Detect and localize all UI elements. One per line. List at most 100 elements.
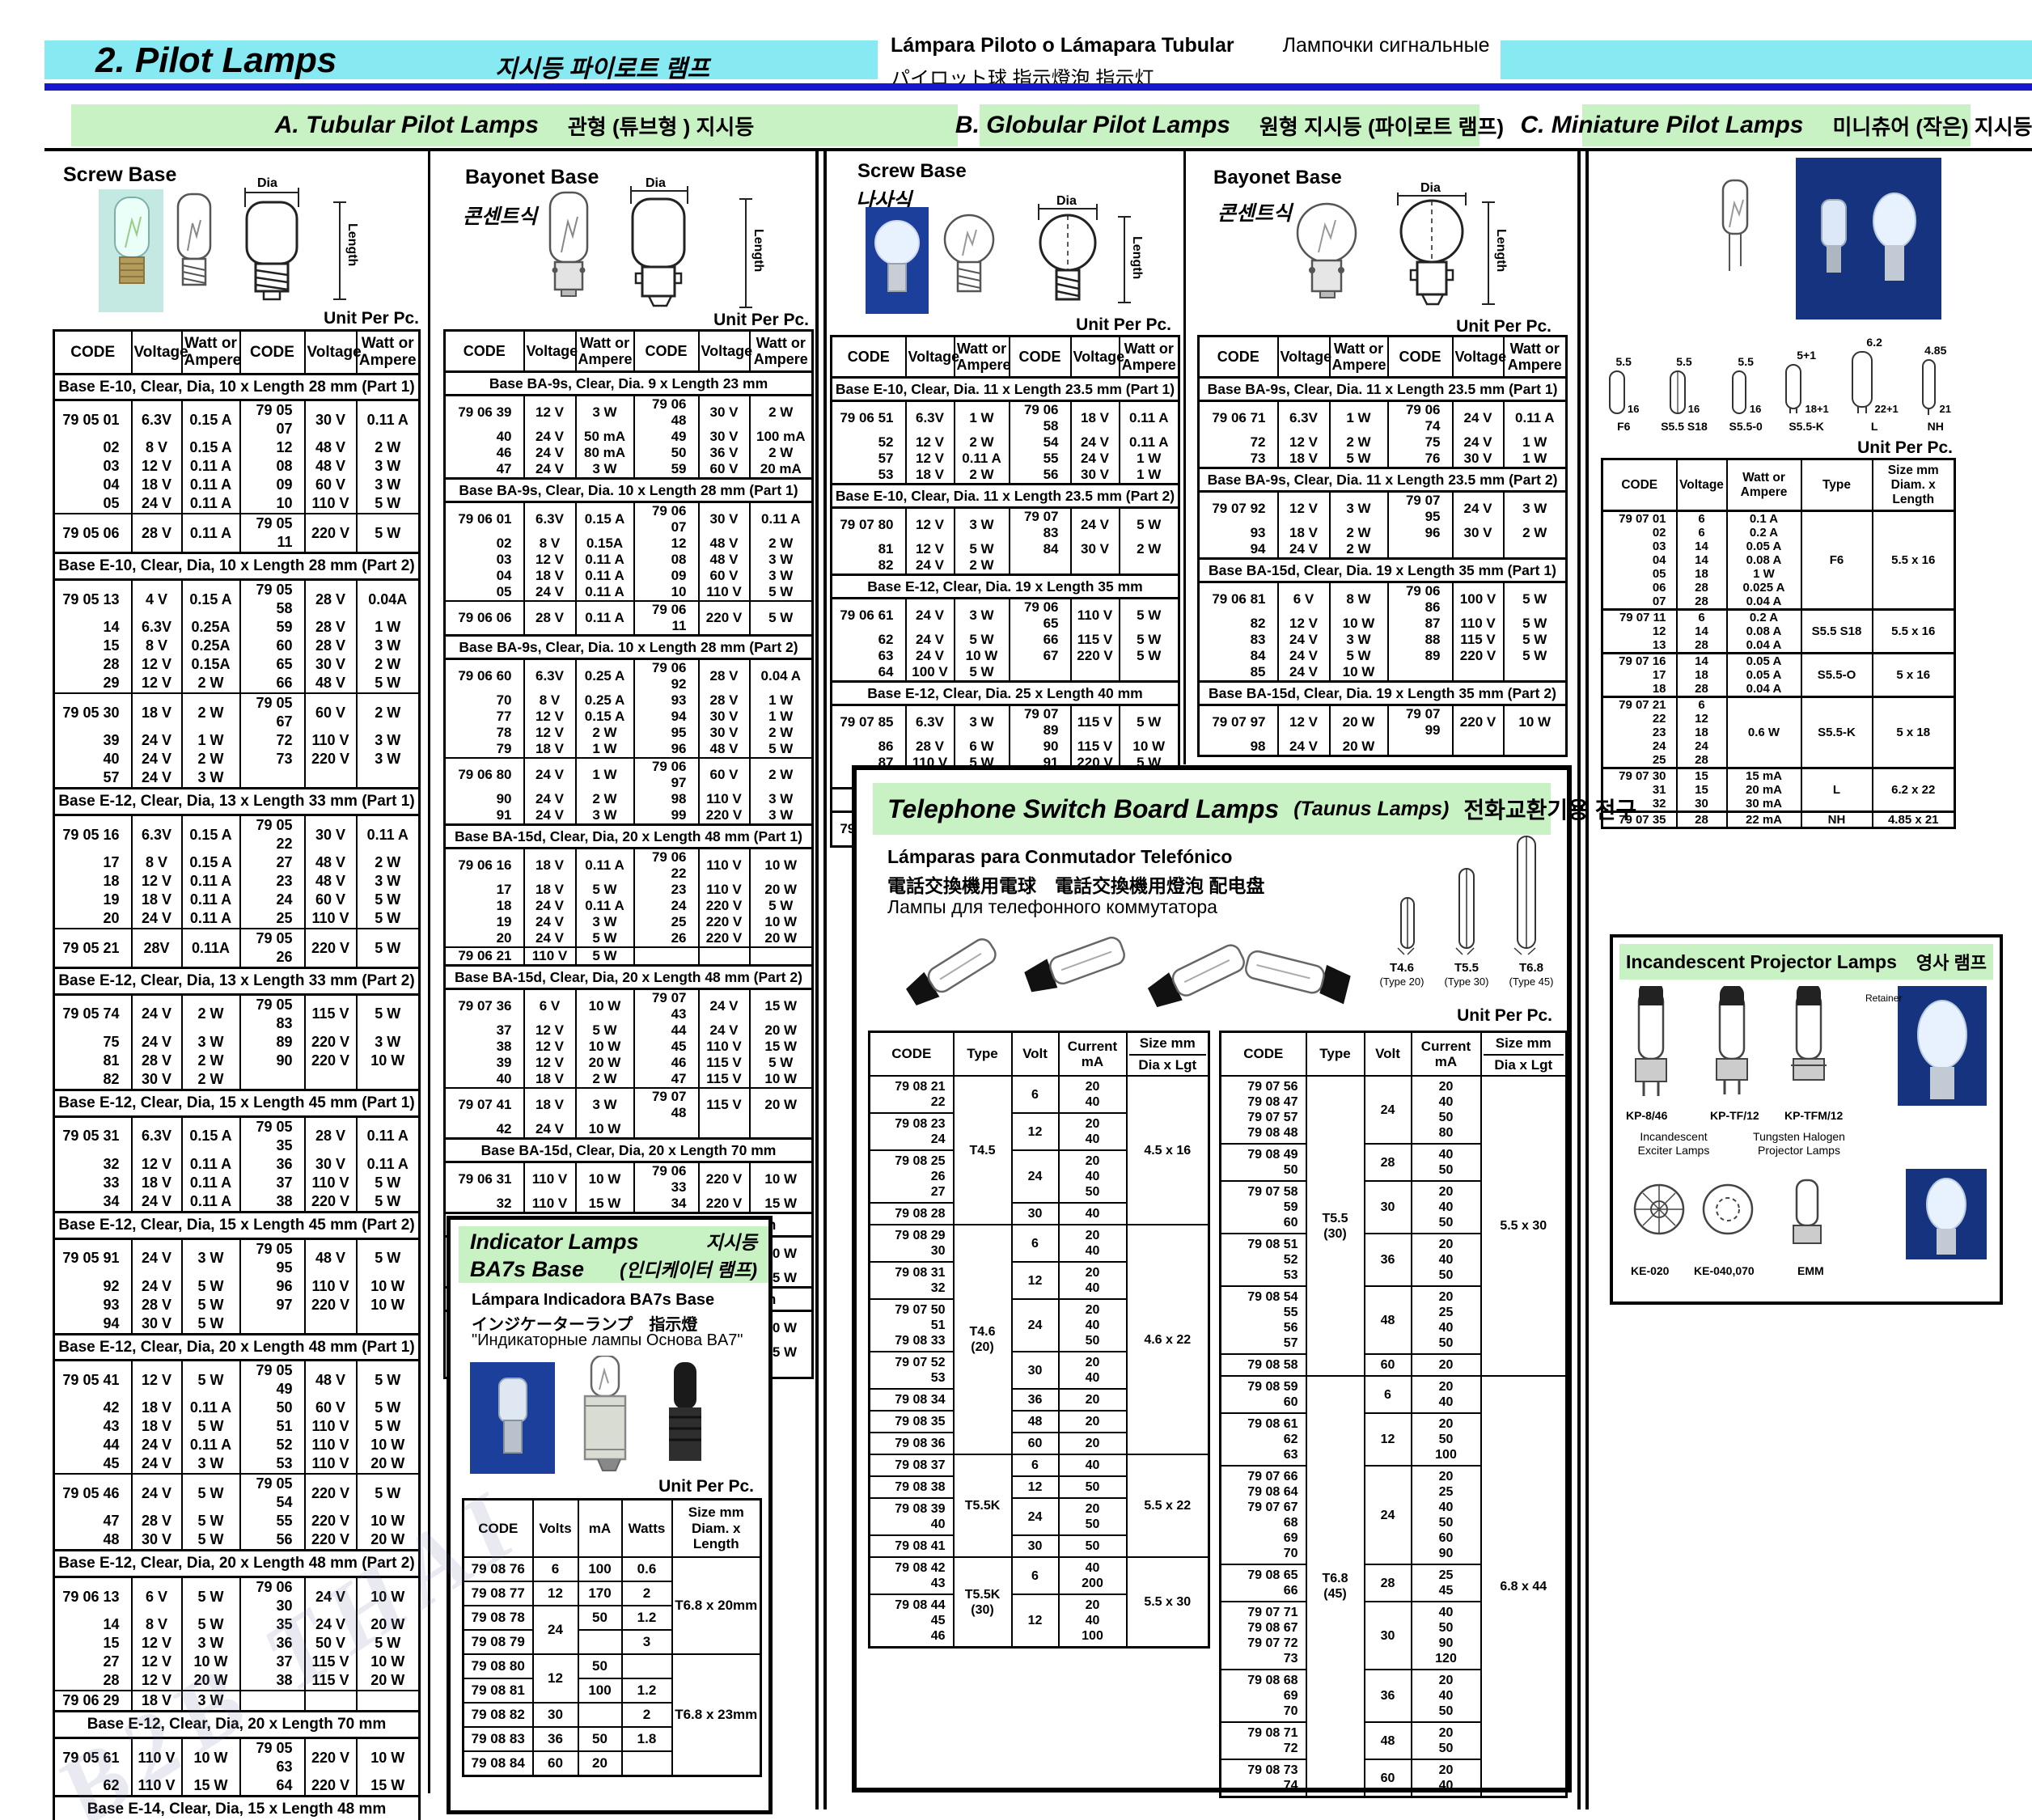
- table-cell: [240, 1314, 305, 1335]
- table-cell: 15: [1677, 783, 1727, 797]
- table-cell: 66: [1010, 632, 1071, 648]
- table-cell: 0.11 A: [182, 514, 240, 553]
- table-cell: 79 08 49 50: [1221, 1144, 1306, 1181]
- b-bayonet-table-body: Base BA-9s, Clear, Dia. 11 x Length 23.5…: [1199, 378, 1567, 756]
- table-cell: 220 V: [305, 1512, 357, 1530]
- table-cell: 32: [54, 1155, 132, 1174]
- table-cell: 95: [634, 725, 699, 741]
- table-cell: 0.11 A: [1504, 401, 1567, 435]
- table-cell: 28 V: [699, 692, 750, 709]
- c-diagram-l: 6.2 22+1 L: [1851, 336, 1899, 433]
- table-cell: 8 V: [524, 692, 576, 709]
- table-row: 4218 V0.11 A5060 V5 W: [54, 1399, 420, 1417]
- table-row: 3424 V0.11 A38220 V5 W: [54, 1192, 420, 1213]
- table-cell: 79 07 41: [445, 1088, 524, 1121]
- col-code: CODE: [832, 336, 906, 378]
- table-cell: 0.6 W: [1727, 697, 1801, 768]
- telephone-unit-label: Unit Per Pc.: [1382, 1006, 1552, 1026]
- table-cell: 2 W: [955, 434, 1010, 451]
- table-cell: Base E-12, Clear, Dia. 25 x Length 40 mm: [832, 682, 1179, 705]
- table-cell: 5 W: [750, 741, 813, 758]
- table-cell: 24 V: [132, 1033, 182, 1052]
- table-cell: 2 W: [1120, 541, 1179, 557]
- table-cell: [1504, 664, 1567, 682]
- table-cell: 60 V: [305, 476, 357, 494]
- table-row: 8424 V5 W89220 V5 W: [1199, 648, 1567, 664]
- table-cell: 3 W: [1330, 632, 1388, 648]
- table-cell: 1 W: [182, 731, 240, 750]
- table-cell: 6: [1677, 697, 1727, 713]
- table-cell: 52: [832, 434, 906, 451]
- table-cell: 6 V: [132, 1577, 182, 1616]
- table-cell: 3 W: [750, 552, 813, 568]
- table-cell: [357, 1691, 420, 1712]
- table-cell: 39: [445, 1055, 524, 1071]
- table-cell: 40 50: [1412, 1144, 1481, 1181]
- c-unit-label: Unit Per Pc.: [1791, 438, 1953, 458]
- table-row: Base BA-15d, Clear, Dia. 19 x Length 35 …: [1199, 559, 1567, 582]
- table-cell: 0.11 A: [576, 601, 634, 636]
- a-bayonet-unit-label: Unit Per Pc.: [647, 311, 809, 330]
- projector-figure-row1: Retainer: [1623, 986, 1995, 1107]
- table-cell: 20 mA: [750, 461, 813, 479]
- table-cell: 19: [445, 914, 524, 930]
- table-cell: 04: [1602, 553, 1677, 567]
- table-cell: 24 V: [1278, 632, 1330, 648]
- table-cell: 40 50 90 120: [1412, 1602, 1481, 1670]
- table-cell: 220 V: [1453, 648, 1504, 664]
- table-cell: 48: [54, 1530, 132, 1551]
- col-voltage: Voltage: [305, 331, 357, 375]
- table-cell: 79 07 92: [1199, 492, 1278, 526]
- telephone-tube-labels: T4.6(Type 20) T5.5(Type 30) T6.8(Type 45…: [1369, 961, 1572, 989]
- table-cell: 30 V: [305, 655, 357, 674]
- table-cell: 2 W: [576, 791, 634, 807]
- table-row: 8628 V6 W90115 V10 W: [832, 739, 1179, 755]
- table-cell: 79 05 83: [240, 994, 305, 1033]
- table-cell: 1.2: [622, 1678, 672, 1703]
- table-row: 79 07 9712 V20 W79 07 99220 V10 W: [1199, 705, 1567, 739]
- projector-lamps-image-2: [1623, 1169, 1995, 1266]
- table-cell: 6.3V: [906, 401, 955, 435]
- table-cell: 5 W: [357, 994, 420, 1033]
- c-table: CODE Voltage Watt or Ampere Type Size mm…: [1601, 458, 1956, 829]
- table-cell: 79 05 13: [54, 580, 132, 619]
- table-cell: 72: [1199, 434, 1278, 451]
- table-cell: 0.11 A: [182, 1192, 240, 1213]
- table-cell: 18: [54, 872, 132, 891]
- table-cell: 0.11 A: [1120, 401, 1179, 435]
- table-cell: 34: [634, 1196, 699, 1213]
- table-cell: [357, 768, 420, 789]
- table-row: 79 06 21110 V5 W: [445, 947, 813, 966]
- table-cell: 5 W: [357, 1474, 420, 1512]
- table-cell: 83: [1199, 632, 1278, 648]
- length-label: Length: [751, 229, 765, 272]
- dia-label: Dia: [1420, 181, 1441, 196]
- table-cell: 3 W: [182, 1238, 240, 1277]
- table-cell: [622, 1654, 672, 1678]
- telephone-lamps-image: [881, 921, 1366, 1022]
- table-cell: 0.11 A: [750, 502, 813, 536]
- table-cell: 30: [1012, 1535, 1059, 1557]
- table-cell: 60 V: [305, 693, 357, 731]
- table-cell: 12: [240, 438, 305, 457]
- table-cell: 79 08 41: [870, 1535, 954, 1557]
- table-cell: 1.2: [622, 1606, 672, 1630]
- table-cell: 24 V: [132, 1277, 182, 1296]
- table-cell: 10 W: [357, 1277, 420, 1296]
- table-cell: 12: [1012, 1594, 1059, 1648]
- table-cell: 12 V: [132, 457, 182, 476]
- telephone-tube-diagrams-image: [1378, 827, 1560, 956]
- col-code: CODE: [240, 331, 305, 375]
- table-cell: 48: [1012, 1411, 1059, 1433]
- table-cell: 3 W: [1330, 492, 1388, 526]
- table-cell: 79 05 07: [240, 400, 305, 439]
- table-cell: 6 V: [524, 989, 576, 1023]
- table-cell: 28: [1365, 1564, 1412, 1602]
- table-cell: 79 08 84: [464, 1751, 533, 1776]
- table-cell: [1010, 664, 1071, 682]
- table-cell: 24 V: [132, 1436, 182, 1454]
- table-row: Base BA-9s, Clear, Dia. 10 x Length 28 m…: [445, 636, 813, 659]
- table-cell: 6.8 x 44: [1481, 1376, 1567, 1797]
- table-cell: 24 V: [132, 731, 182, 750]
- header-subtitle-es: Lámpara Piloto o Lámapara Tubular: [891, 34, 1234, 57]
